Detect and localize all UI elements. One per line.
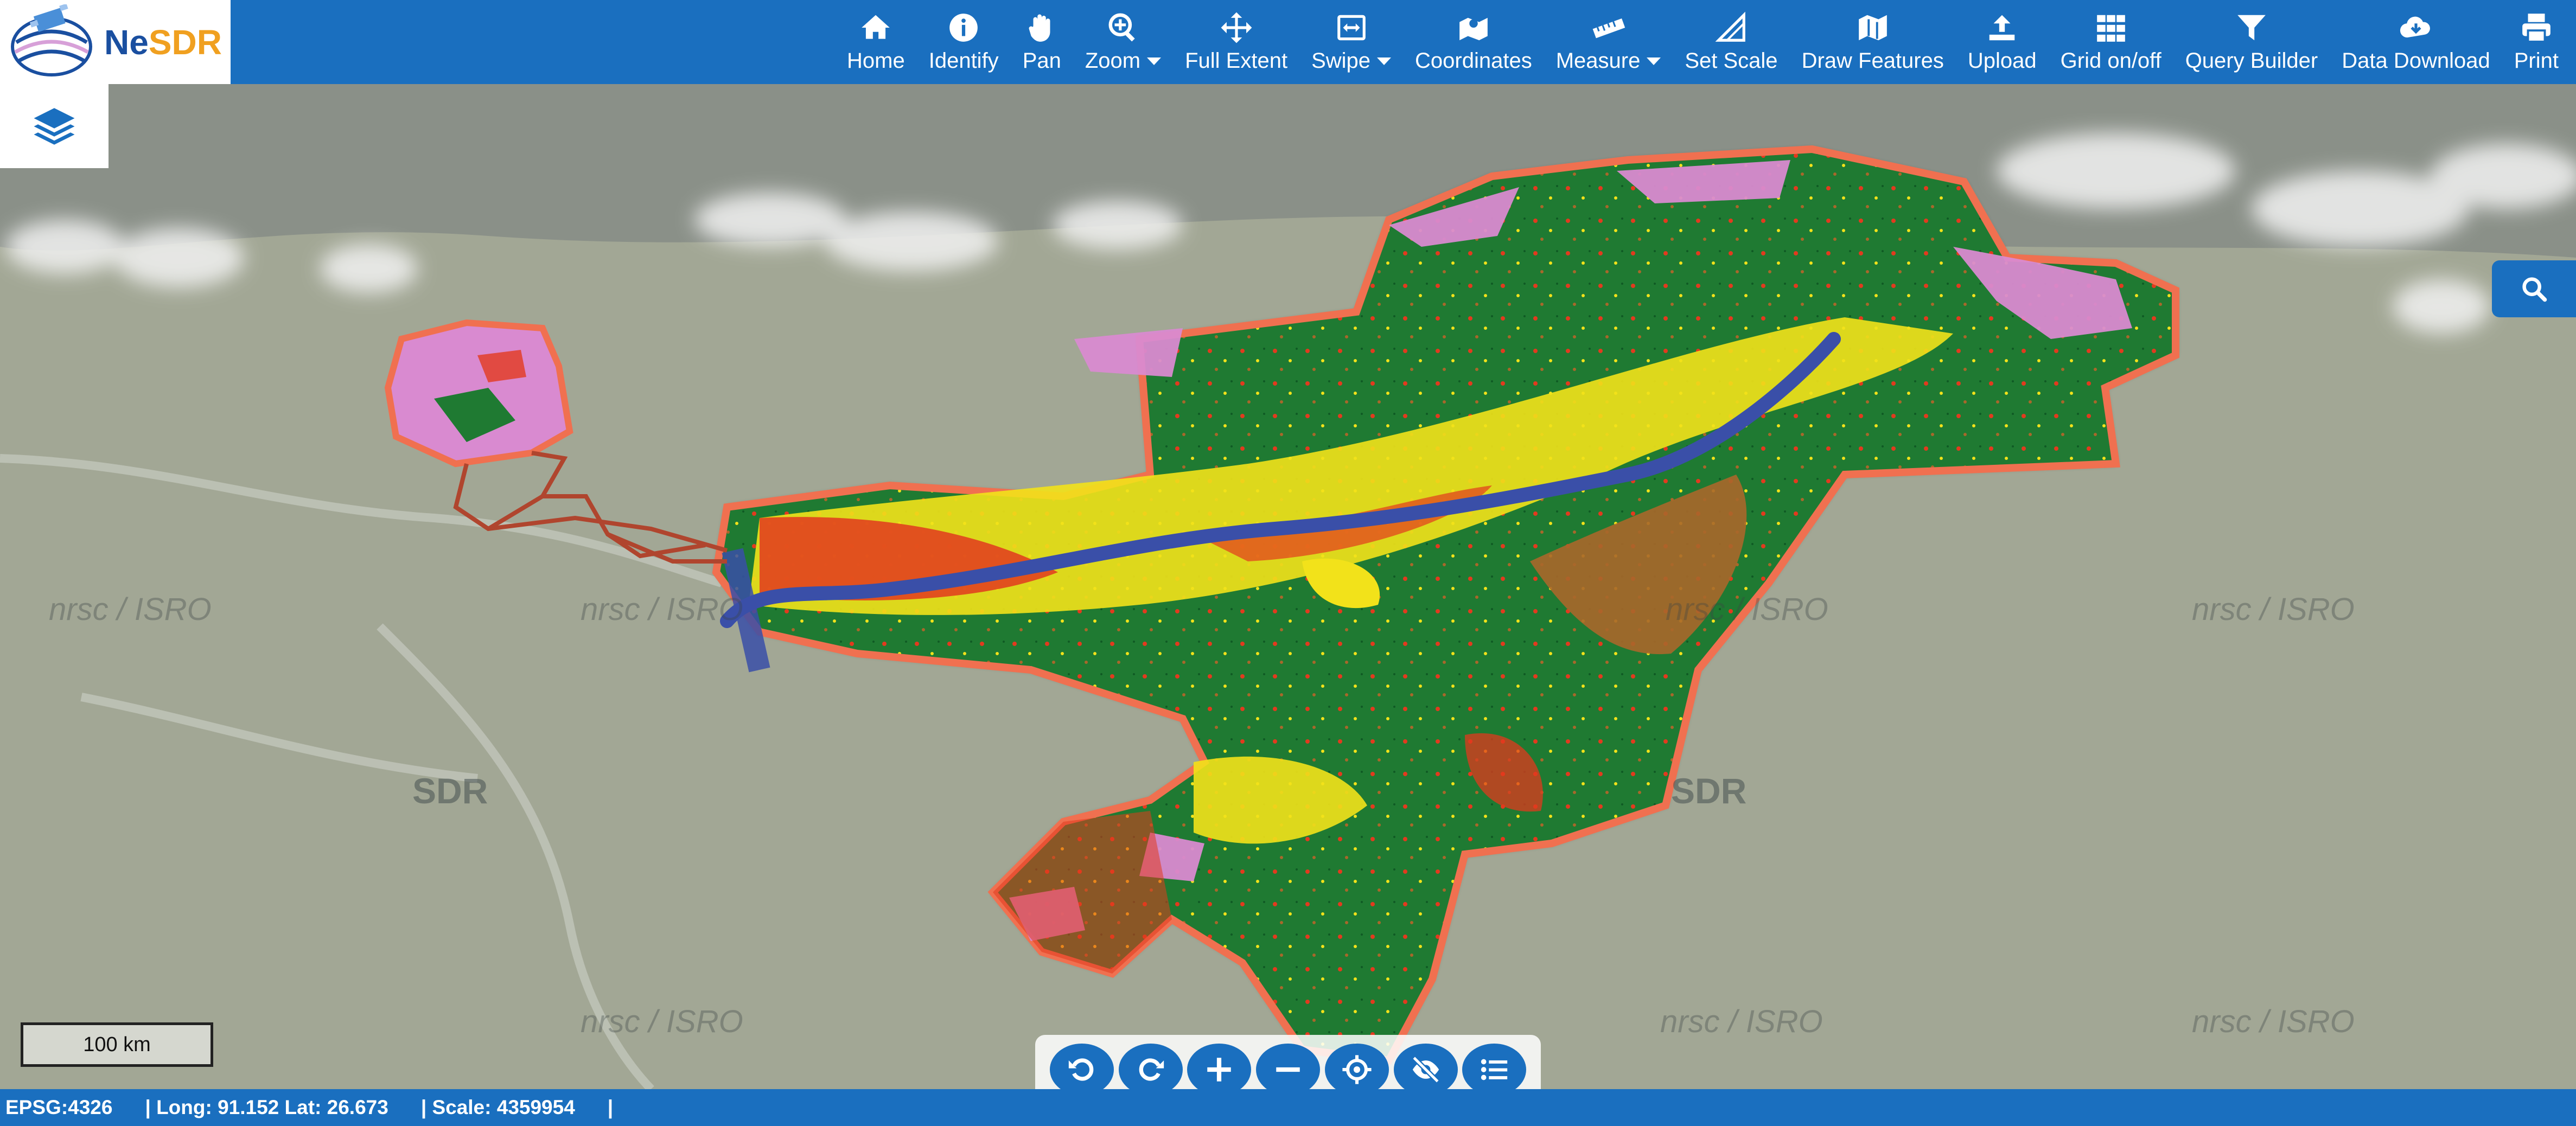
scale-readout: | Scale: 4359954 (420, 1096, 575, 1118)
ruler-icon (1592, 18, 1625, 39)
watermark-nrsc: nrsc / ISRO (1666, 592, 1828, 627)
swipe-icon (1337, 15, 1366, 41)
layers-icon (34, 107, 75, 145)
chevron-down-icon (1647, 57, 1661, 65)
zoom-icon (1108, 13, 1135, 42)
print-label: Print (2514, 49, 2559, 73)
draw-features-label: Draw Features (1801, 49, 1944, 73)
pan-button[interactable]: Pan (1011, 0, 1073, 84)
list-icon (1481, 1059, 1508, 1080)
plus-icon (1207, 1058, 1231, 1082)
identify-button[interactable]: Identify (917, 0, 1011, 84)
watermark-nrsc: nrsc / ISRO (2192, 592, 2355, 627)
pan-label: Pan (1022, 49, 1061, 73)
coordinates-button[interactable]: Coordinates (1403, 0, 1544, 84)
set-scale-label: Set Scale (1685, 49, 1778, 73)
cloud-download-icon (2400, 16, 2430, 38)
scale-bar-label: 100 km (83, 1033, 151, 1056)
data-download-button[interactable]: Data Download (2330, 0, 2502, 84)
full-extent-button[interactable]: Full Extent (1173, 0, 1299, 84)
status-bar: EPSG:4326 | Long: 91.152 Lat: 26.673 | S… (0, 1089, 2576, 1126)
logo-text: NeSDR (104, 22, 222, 62)
home-label: Home (847, 49, 905, 73)
redo-button[interactable] (1118, 1044, 1183, 1096)
watermark-nrsc: nrsc / ISRO (49, 592, 212, 627)
coordinates-label: Coordinates (1415, 49, 1532, 73)
coordinates-readout: | Long: 91.152 Lat: 26.673 (145, 1096, 388, 1118)
home-icon (862, 15, 890, 39)
query-builder-label: Query Builder (2185, 49, 2318, 73)
nesdr-logo[interactable]: NeSDR (0, 0, 231, 84)
zoom-label: Zoom (1085, 49, 1141, 73)
scale-bar: 100 km (21, 1022, 213, 1067)
hand-icon (1029, 14, 1050, 42)
map-pin-icon (1459, 17, 1488, 41)
epsg-readout: EPSG:4326 (5, 1096, 113, 1118)
minus-icon (1276, 1067, 1300, 1072)
grid-icon (2096, 15, 2125, 42)
map-draw-icon (1858, 15, 1887, 41)
measure-label: Measure (1555, 49, 1641, 73)
undo-icon (1068, 1058, 1093, 1081)
info-icon (949, 14, 978, 42)
map-search-button[interactable] (2492, 260, 2576, 317)
legend-button[interactable] (1462, 1044, 1527, 1096)
eye-off-icon (1412, 1055, 1439, 1084)
print-button[interactable]: Print (2502, 0, 2571, 84)
set-scale-button[interactable]: Set Scale (1673, 0, 1789, 84)
undo-button[interactable] (1049, 1044, 1114, 1096)
draw-features-button[interactable]: Draw Features (1790, 0, 1956, 84)
map-canvas[interactable]: nrsc / ISRO nrsc / ISRO nrsc / ISRO nrsc… (0, 84, 2576, 1089)
crosshair-icon (1342, 1055, 1372, 1084)
identify-label: Identify (928, 49, 999, 73)
grid-toggle-button[interactable]: Grid on/off (2049, 0, 2173, 84)
full-extent-label: Full Extent (1185, 49, 1288, 73)
upload-button[interactable]: Upload (1956, 0, 2049, 84)
zoom-dropdown[interactable]: Zoom (1073, 0, 1173, 84)
watermark-sdr: SDR (1671, 771, 1747, 811)
upload-icon (1990, 15, 2015, 41)
watermark-nrsc: nrsc / ISRO (581, 1004, 743, 1039)
home-button[interactable]: Home (835, 0, 917, 84)
data-download-label: Data Download (2342, 49, 2490, 73)
swipe-label: Swipe (1311, 49, 1371, 73)
watermark-nrsc: nrsc / ISRO (1660, 1004, 1823, 1039)
search-icon (2522, 277, 2547, 302)
grid-toggle-label: Grid on/off (2060, 49, 2161, 73)
set-square-icon (1715, 11, 1745, 42)
filter-icon (2237, 15, 2266, 41)
chevron-down-icon (1147, 57, 1162, 65)
toolbar-tools: Home Identify Pan Zoom Full Extent Swipe… (231, 0, 2576, 84)
zoom-in-button[interactable] (1187, 1044, 1252, 1096)
zoom-out-button[interactable] (1256, 1044, 1320, 1096)
top-toolbar: NeSDR Home Identify Pan Zoom Full Extent… (0, 0, 2576, 84)
watermark-nrsc: nrsc / ISRO (2192, 1004, 2355, 1039)
layers-button[interactable] (0, 84, 109, 168)
land-cover-map (0, 84, 2576, 1089)
hide-layers-button[interactable] (1393, 1044, 1458, 1096)
measure-dropdown[interactable]: Measure (1544, 0, 1673, 84)
chevron-down-icon (1377, 57, 1392, 65)
move-arrows-icon (1221, 12, 1252, 43)
globe-logo-icon (11, 4, 92, 76)
watermark-sdr: SDR (412, 771, 488, 811)
locate-button[interactable] (1324, 1044, 1389, 1096)
watermark-nrsc: nrsc / ISRO (581, 592, 743, 627)
redo-icon (1139, 1058, 1164, 1081)
status-separator: | (607, 1096, 614, 1118)
upload-label: Upload (1967, 49, 2037, 73)
print-icon (2522, 14, 2551, 43)
query-builder-button[interactable]: Query Builder (2173, 0, 2330, 84)
swipe-dropdown[interactable]: Swipe (1299, 0, 1403, 84)
